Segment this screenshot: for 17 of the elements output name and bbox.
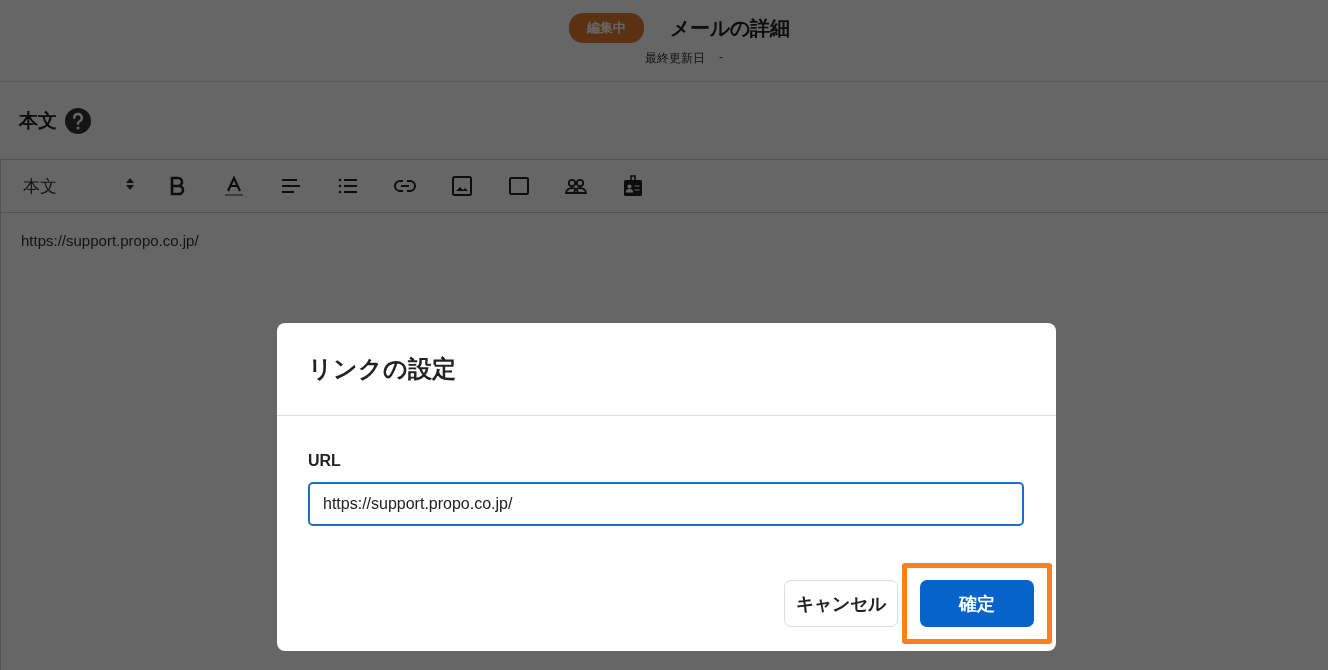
confirm-button[interactable]: 確定 xyxy=(920,580,1034,627)
section-label: 本文 xyxy=(19,108,57,133)
editor-text: https://support.propo.co.jp/ xyxy=(20,231,200,251)
url-field[interactable]: https://support.propo.co.jp/ xyxy=(308,482,1024,526)
cancel-button[interactable]: キャンセル xyxy=(784,580,898,627)
image-icon[interactable] xyxy=(450,174,474,198)
updated-label: 最終更新日 xyxy=(645,50,705,67)
square-icon[interactable] xyxy=(507,174,531,198)
sort-arrows-icon[interactable] xyxy=(125,177,135,191)
help-icon[interactable] xyxy=(65,107,91,134)
status-badge: 編集中 xyxy=(568,13,644,43)
text-color-icon[interactable] xyxy=(222,174,246,198)
id-card-icon[interactable] xyxy=(621,174,645,198)
field-label: URL xyxy=(308,452,342,470)
dialog-title: リンクの設定 xyxy=(308,354,456,384)
page-title: メールの詳細 xyxy=(669,15,790,41)
updated-value: - xyxy=(719,50,723,66)
